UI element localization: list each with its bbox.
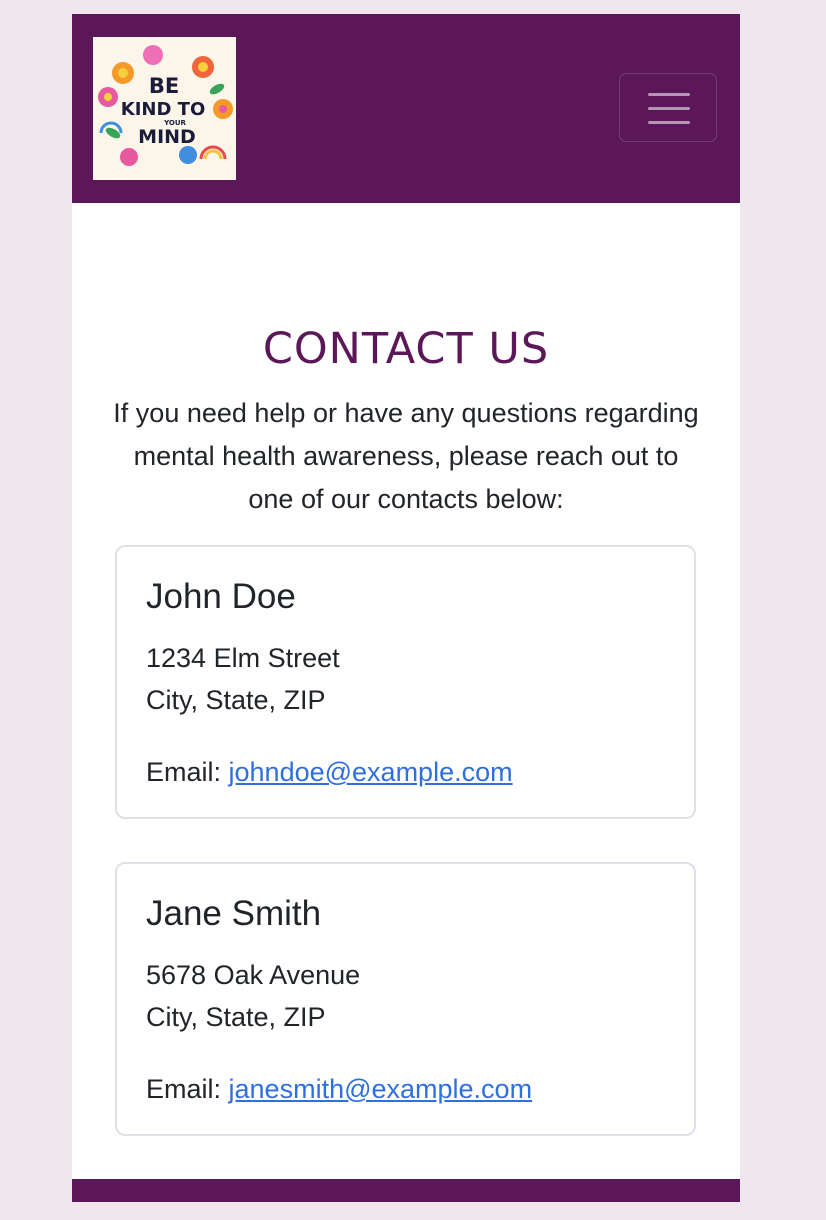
email-label: Email:: [146, 757, 222, 787]
svg-text:BE: BE: [149, 74, 179, 98]
navbar-toggler-button[interactable]: [619, 73, 717, 142]
email-link[interactable]: johndoe@example.com: [229, 757, 513, 787]
page-title: CONTACT US: [262, 324, 550, 374]
page-container: BE KIND TO YOUR MIND CONTACT US If you n…: [72, 14, 740, 1202]
contact-email-row: Email: johndoe@example.com: [146, 751, 665, 793]
navbar: BE KIND TO YOUR MIND: [72, 14, 740, 203]
footer: [72, 1179, 740, 1202]
contact-card: Jane Smith 5678 Oak Avenue City, State, …: [115, 862, 696, 1136]
address-line-1: 5678 Oak Avenue: [146, 960, 361, 990]
contact-address: 5678 Oak Avenue City, State, ZIP: [146, 954, 665, 1038]
contact-card: John Doe 1234 Elm Street City, State, ZI…: [115, 545, 696, 819]
address-line-2: City, State, ZIP: [146, 1002, 326, 1032]
svg-text:KIND TO: KIND TO: [121, 99, 206, 120]
address-line-1: 1234 Elm Street: [146, 643, 340, 673]
be-kind-to-your-mind-logo: BE KIND TO YOUR MIND: [93, 37, 236, 180]
contact-name: John Doe: [146, 577, 296, 616]
address-line-2: City, State, ZIP: [146, 685, 326, 715]
email-label: Email:: [146, 1074, 222, 1104]
intro-text: If you need help or have any questions r…: [113, 398, 699, 514]
contact-email-row: Email: janesmith@example.com: [146, 1068, 665, 1110]
email-link[interactable]: janesmith@example.com: [229, 1074, 533, 1104]
site-logo-link[interactable]: BE KIND TO YOUR MIND: [93, 37, 236, 180]
contact-address: 1234 Elm Street City, State, ZIP: [146, 637, 665, 721]
svg-text:MIND: MIND: [138, 126, 196, 148]
contact-name: Jane Smith: [146, 894, 322, 933]
